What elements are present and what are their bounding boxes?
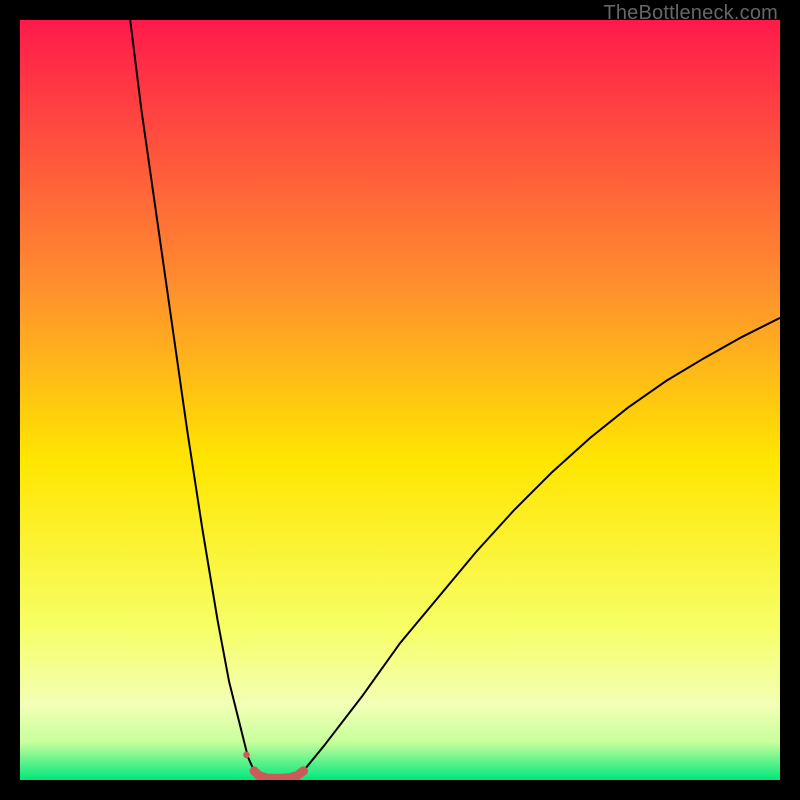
watermark-text: TheBottleneck.com	[603, 2, 778, 25]
annotation-layer	[243, 752, 250, 759]
chart-frame	[20, 20, 780, 780]
annotation-dot-0	[243, 752, 250, 759]
gradient-background	[20, 20, 780, 780]
bottleneck-chart	[20, 20, 780, 780]
